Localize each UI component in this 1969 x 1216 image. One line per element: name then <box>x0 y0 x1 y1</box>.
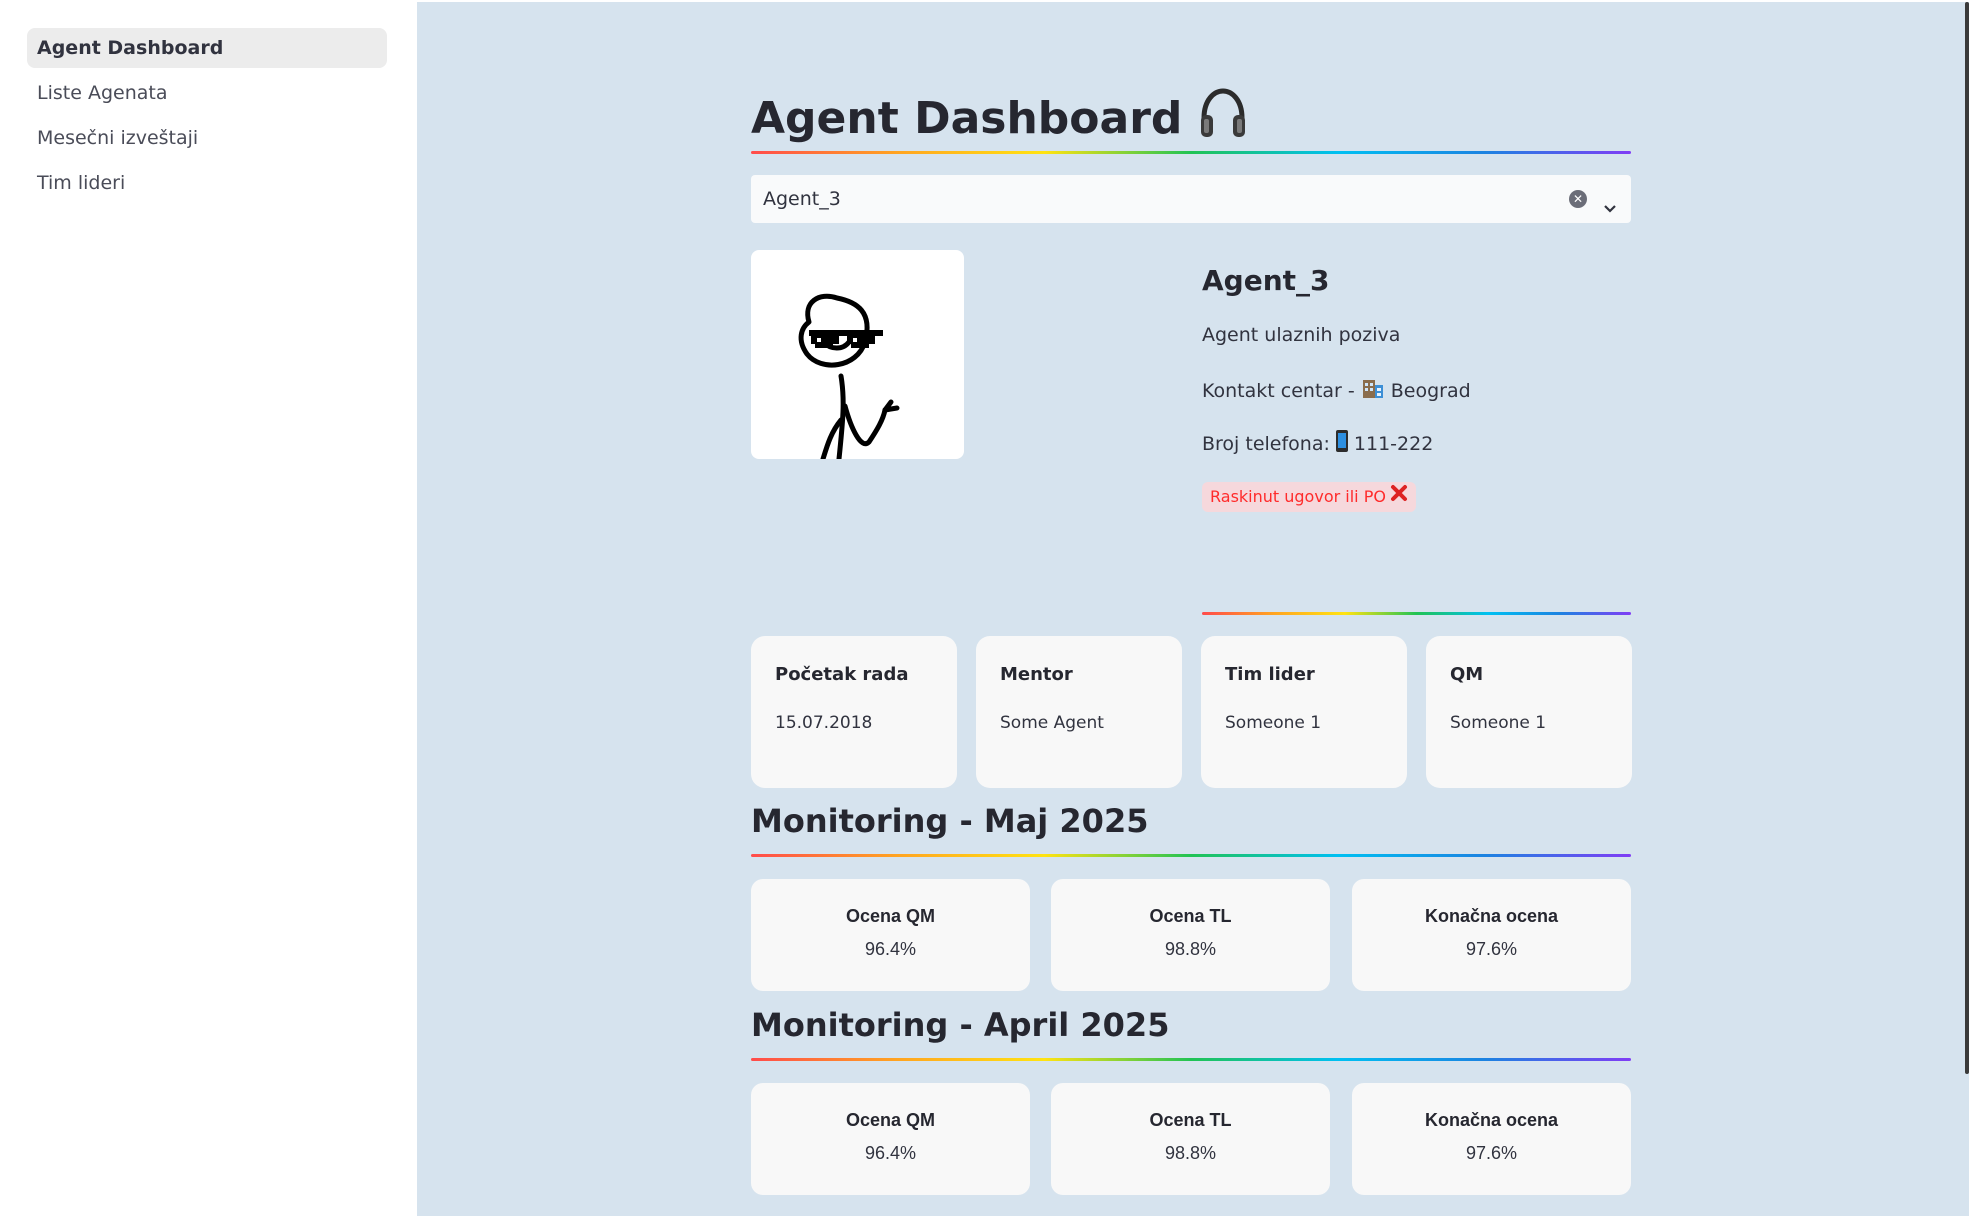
metric-value: 97.6% <box>1465 1143 1518 1163</box>
agent-role: Agent ulaznih poziva <box>1202 324 1401 346</box>
metric-card-qm: Ocena QM 96.4% <box>751 1083 1030 1195</box>
scrollbar[interactable] <box>1965 2 1969 1074</box>
agent-select-value: Agent_3 <box>763 188 841 210</box>
section-title-monitoring-maj: Monitoring - Maj 2025 <box>751 802 1149 840</box>
metric-card-qm: Ocena QM 96.4% <box>751 879 1030 991</box>
info-card-value: Someone 1 <box>1225 713 1322 733</box>
info-card-label: Tim lider <box>1225 664 1315 685</box>
page-title: Agent Dashboard <box>751 86 1250 151</box>
sidebar-item-mesecni-izvestaji[interactable]: Mesečni izveštaji <box>27 118 387 158</box>
sidebar-item-label: Agent Dashboard <box>37 37 224 59</box>
sidebar: Agent Dashboard Liste Agenata Mesečni iz… <box>0 0 417 1216</box>
metric-value: 98.8% <box>1164 939 1217 959</box>
agent-phone: Broj telefona: 111-222 <box>1202 429 1433 458</box>
metric-value: 96.4% <box>864 939 917 959</box>
sidebar-item-tim-lideri[interactable]: Tim lideri <box>27 163 387 203</box>
headphones-icon <box>1196 86 1250 151</box>
agent-location: Kontakt centar - Beograd <box>1202 377 1471 404</box>
info-card-label: Početak rada <box>775 664 909 685</box>
metric-value: 98.8% <box>1164 1143 1217 1163</box>
section-title-monitoring-april: Monitoring - April 2025 <box>751 1006 1170 1044</box>
info-card-value: 15.07.2018 <box>775 713 873 733</box>
info-card-label: Mentor <box>1000 664 1073 685</box>
metric-label: Ocena TL <box>1149 1110 1232 1130</box>
metric-label: Konačna ocena <box>1424 1110 1559 1130</box>
metric-label: Ocena QM <box>845 906 936 926</box>
metric-card-tl: Ocena TL 98.8% <box>1051 879 1330 991</box>
info-card-qm: QM Someone 1 <box>1426 636 1632 788</box>
office-building-icon <box>1361 377 1385 404</box>
status-badge: Raskinut ugovor ili PO <box>1202 482 1416 512</box>
metric-label: Konačna ocena <box>1424 906 1559 926</box>
sidebar-item-label: Tim lideri <box>37 172 126 194</box>
info-card-value: Some Agent <box>1000 713 1104 733</box>
sidebar-item-agent-dashboard[interactable]: Agent Dashboard <box>27 28 387 68</box>
title-divider <box>751 151 1631 154</box>
page-title-text: Agent Dashboard <box>751 93 1183 144</box>
agent-name: Agent_3 <box>1202 264 1330 297</box>
info-card-team-lead: Tim lider Someone 1 <box>1201 636 1407 788</box>
mobile-phone-icon <box>1334 429 1350 458</box>
info-card-label: QM <box>1450 664 1484 685</box>
section-divider <box>751 1058 1631 1061</box>
sidebar-item-liste-agenata[interactable]: Liste Agenata <box>27 73 387 113</box>
info-card-mentor: Mentor Some Agent <box>976 636 1182 788</box>
clear-icon[interactable]: ✕ <box>1569 190 1587 208</box>
sidebar-item-label: Liste Agenata <box>37 82 168 104</box>
metric-card-final: Konačna ocena 97.6% <box>1352 1083 1631 1195</box>
section-divider <box>751 854 1631 857</box>
cross-mark-icon <box>1390 482 1408 512</box>
metric-card-tl: Ocena TL 98.8% <box>1051 1083 1330 1195</box>
main-content: Agent Dashboard Agent_3 ✕ Agent_3 Agent … <box>417 2 1969 1216</box>
info-card-value: Someone 1 <box>1450 713 1547 733</box>
chevron-down-icon[interactable] <box>1601 188 1619 213</box>
avatar <box>751 250 964 459</box>
stick-figure-sunglasses-icon <box>798 293 900 459</box>
metric-label: Ocena QM <box>845 1110 936 1130</box>
metric-label: Ocena TL <box>1149 906 1232 926</box>
sidebar-item-label: Mesečni izveštaji <box>37 127 199 149</box>
metric-value: 96.4% <box>864 1143 917 1163</box>
metric-card-final: Konačna ocena 97.6% <box>1352 879 1631 991</box>
info-card-start-date: Početak rada 15.07.2018 <box>751 636 957 788</box>
metric-value: 97.6% <box>1465 939 1518 959</box>
agent-select[interactable]: Agent_3 ✕ <box>751 175 1631 223</box>
profile-divider <box>1202 612 1631 615</box>
